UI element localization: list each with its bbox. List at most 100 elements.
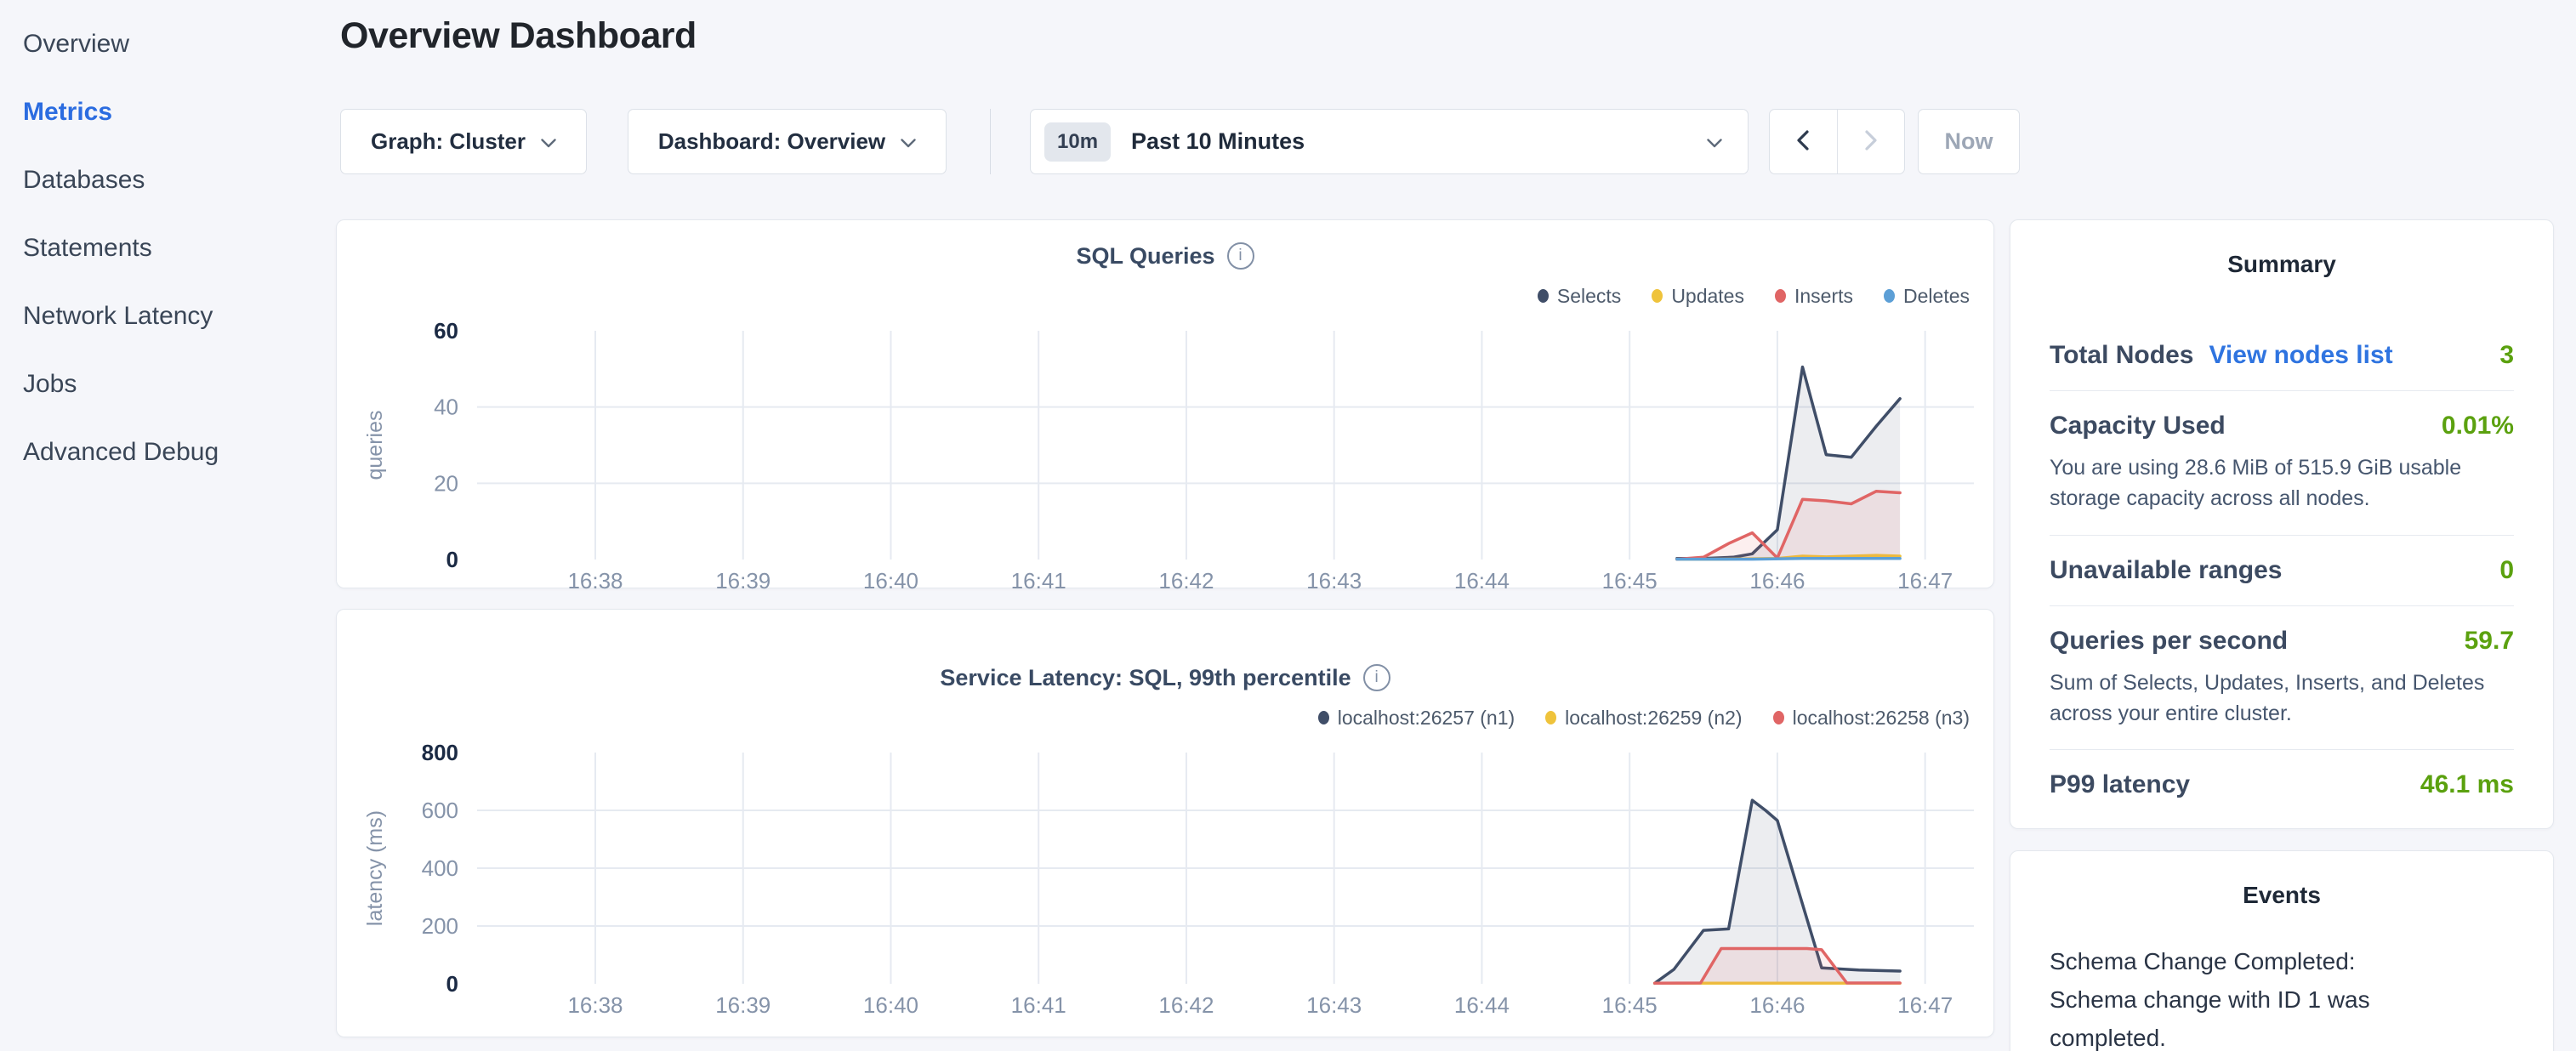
summary-item-p99-latency: P99 latency 46.1 ms [2050, 750, 2514, 820]
metric-label: Total Nodes [2050, 341, 2193, 370]
graph-dropdown[interactable]: Graph: Cluster [340, 109, 587, 174]
svg-text:16:39: 16:39 [715, 992, 771, 1018]
summary-items: Total Nodes View nodes list 3 Capacity U… [2050, 321, 2514, 820]
svg-text:16:45: 16:45 [1602, 992, 1658, 1018]
legend-item: localhost:26259 (n2) [1545, 707, 1742, 730]
summary-item-unavailable-ranges: Unavailable ranges 0 [2050, 536, 2514, 606]
time-step-buttons [1769, 109, 1905, 174]
svg-text:16:47: 16:47 [1897, 568, 1953, 589]
svg-text:latency (ms): latency (ms) [363, 810, 387, 926]
info-icon[interactable]: i [1363, 664, 1390, 691]
svg-text:16:39: 16:39 [715, 568, 771, 589]
summary-panel: Summary Total Nodes View nodes list 3 Ca… [2010, 219, 2554, 829]
svg-text:16:46: 16:46 [1749, 992, 1805, 1018]
legend-item: localhost:26257 (n1) [1318, 707, 1515, 730]
toolbar: Graph: Cluster Dashboard: Overview 10m P… [340, 109, 2020, 174]
legend-label: Deletes [1903, 285, 1970, 308]
metric-value: 0.01% [2442, 412, 2514, 440]
series [1677, 367, 1900, 560]
legend: localhost:26257 (n1) localhost:26259 (n2)… [337, 707, 1993, 729]
legend-label: localhost:26257 (n1) [1338, 707, 1515, 730]
svg-text:60: 60 [434, 318, 458, 344]
legend-swatch [1652, 289, 1663, 303]
svg-text:queries: queries [363, 411, 387, 480]
svg-text:16:44: 16:44 [1454, 992, 1510, 1018]
svg-text:600: 600 [422, 798, 458, 823]
graph-dropdown-label: Graph: Cluster [371, 128, 526, 155]
legend-item: Updates [1652, 285, 1744, 308]
now-button[interactable]: Now [1918, 109, 2020, 174]
svg-text:0: 0 [446, 547, 458, 572]
next-time-button[interactable] [1837, 110, 1905, 173]
axis-labels: 020406016:3816:3916:4016:4116:4216:4316:… [363, 318, 1953, 589]
info-icon[interactable]: i [1227, 242, 1254, 270]
sidebar-item-databases[interactable]: Databases [0, 146, 336, 214]
svg-text:16:47: 16:47 [1897, 992, 1953, 1018]
svg-text:40: 40 [434, 395, 458, 420]
service-latency-chart[interactable]: 020040060080016:3816:3916:4016:4116:4216… [337, 739, 1995, 1038]
chart-title: SQL Queries [1076, 243, 1214, 270]
gridlines [477, 331, 1974, 560]
view-nodes-list-link[interactable]: View nodes list [2209, 341, 2392, 370]
legend-item: localhost:26258 (n3) [1773, 707, 1970, 730]
svg-text:16:40: 16:40 [863, 992, 918, 1018]
legend-swatch [1318, 711, 1329, 724]
svg-text:16:42: 16:42 [1158, 568, 1214, 589]
chevron-down-icon [1707, 139, 1722, 148]
sidebar-item-statements[interactable]: Statements [0, 214, 336, 282]
time-range-badge: 10m [1044, 122, 1111, 162]
legend: Selects Updates Inserts Deletes [337, 285, 1993, 307]
sidebar-item-jobs[interactable]: Jobs [0, 350, 336, 418]
metric-label: Unavailable ranges [2050, 556, 2282, 585]
chevron-right-icon [1865, 130, 1877, 153]
svg-text:20: 20 [434, 470, 458, 496]
sidebar: Overview Metrics Databases Statements Ne… [0, 10, 336, 486]
svg-text:200: 200 [422, 913, 458, 939]
svg-text:16:45: 16:45 [1602, 568, 1658, 589]
sql-queries-chart[interactable]: 020406016:3816:3916:4016:4116:4216:4316:… [337, 317, 1995, 589]
svg-text:16:43: 16:43 [1306, 992, 1362, 1018]
legend-label: Updates [1671, 285, 1744, 308]
svg-text:16:44: 16:44 [1454, 568, 1510, 589]
legend-item: Deletes [1884, 285, 1970, 308]
sidebar-item-network-latency[interactable]: Network Latency [0, 282, 336, 350]
metric-value: 0 [2499, 556, 2514, 585]
event-message: Schema Change Completed: Schema change w… [2050, 943, 2441, 1051]
summary-item-queries-per-second: Queries per second 59.7 Sum of Selects, … [2050, 606, 2514, 751]
prev-time-button[interactable] [1770, 110, 1837, 173]
sidebar-item-overview[interactable]: Overview [0, 10, 336, 78]
chevron-left-icon [1797, 130, 1809, 153]
chart-header: Service Latency: SQL, 99th percentile i [337, 661, 1993, 695]
svg-text:0: 0 [446, 971, 458, 997]
svg-text:16:38: 16:38 [567, 568, 623, 589]
dashboard-dropdown[interactable]: Dashboard: Overview [628, 109, 947, 174]
sidebar-item-metrics[interactable]: Metrics [0, 78, 336, 146]
svg-text:16:41: 16:41 [1011, 568, 1066, 589]
legend-swatch [1538, 289, 1549, 303]
svg-text:800: 800 [422, 740, 458, 765]
page-title: Overview Dashboard [340, 15, 697, 57]
svg-text:16:46: 16:46 [1749, 568, 1805, 589]
toolbar-divider [990, 109, 991, 174]
metric-value: 46.1 ms [2420, 770, 2514, 799]
legend-swatch [1545, 711, 1556, 724]
series-Deletes [1677, 559, 1900, 560]
legend-item: Inserts [1775, 285, 1853, 308]
metric-label: Capacity Used [2050, 412, 2226, 440]
legend-label: localhost:26259 (n2) [1565, 707, 1742, 730]
svg-text:16:43: 16:43 [1306, 568, 1362, 589]
events-title: Events [2050, 882, 2514, 909]
summary-item-total-nodes: Total Nodes View nodes list 3 [2050, 321, 2514, 391]
series [1655, 800, 1900, 984]
time-range-picker[interactable]: 10m Past 10 Minutes [1030, 109, 1749, 174]
legend-swatch [1773, 711, 1784, 724]
legend-item: Selects [1538, 285, 1621, 308]
events-panel: Events Schema Change Completed: Schema c… [2010, 850, 2554, 1051]
metric-label: P99 latency [2050, 770, 2190, 799]
event-item[interactable]: Schema Change Completed: Schema change w… [2050, 943, 2514, 1051]
sidebar-item-advanced-debug[interactable]: Advanced Debug [0, 418, 336, 486]
legend-swatch [1775, 289, 1786, 303]
sql-queries-panel: SQL Queries i Selects Updates Inserts Delet… [336, 219, 1994, 588]
legend-label: localhost:26258 (n3) [1793, 707, 1970, 730]
legend-label: Inserts [1794, 285, 1853, 308]
